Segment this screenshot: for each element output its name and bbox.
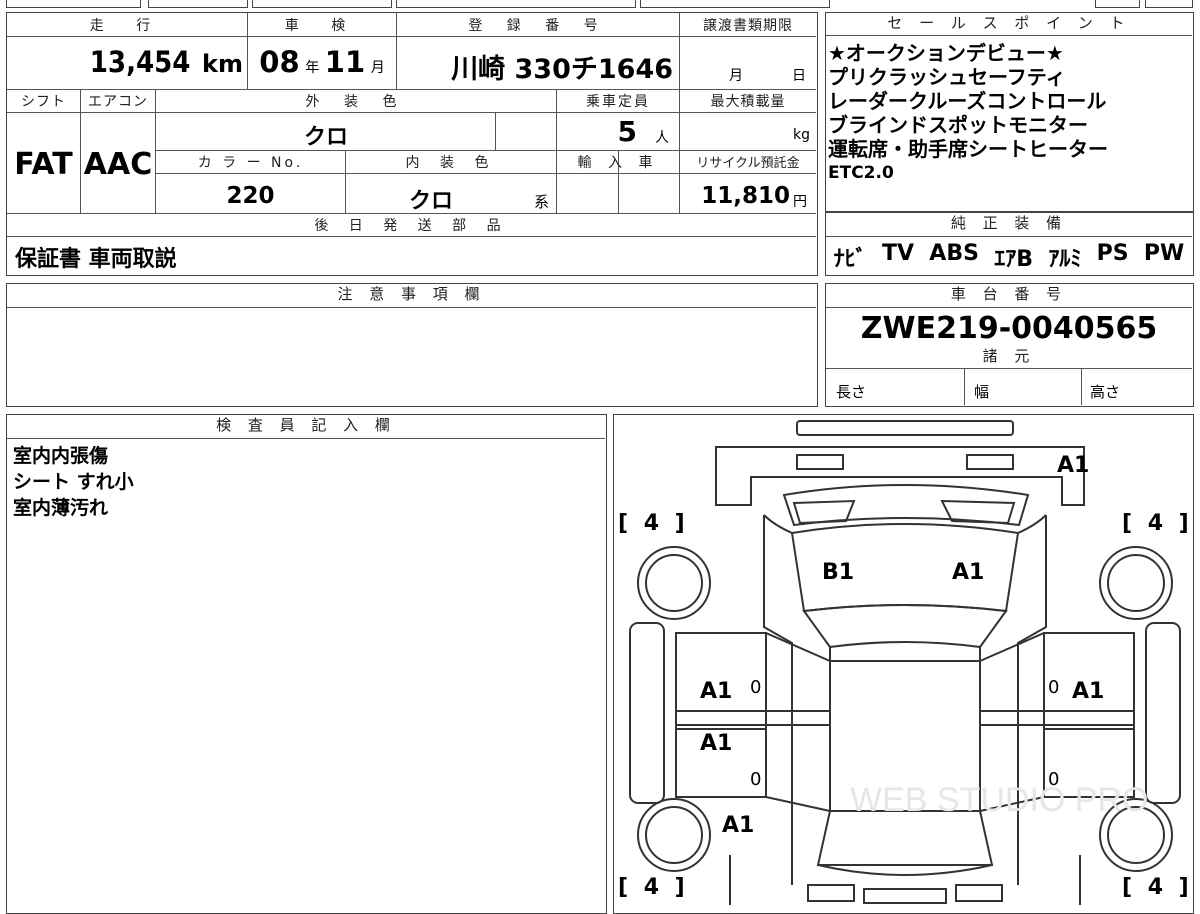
equipment-item: PS <box>1096 241 1129 266</box>
equipment-item: PW <box>1143 241 1185 266</box>
notes-box: 注 意 事 項 欄 <box>6 283 818 407</box>
inspection-value-row: 08 年 11 月 <box>248 45 396 79</box>
inspection-year: 08 <box>259 45 300 79</box>
car-diagram-box: WEB STUDIO PRO A1 B1 A1 A1 A1 A1 A1 0 0 … <box>613 414 1194 914</box>
ac-label: エアコン <box>88 94 148 110</box>
sales-points-label: セ ー ル ス ポ イ ン ト <box>826 13 1192 36</box>
mark-left-front-fender: A1 <box>722 813 755 838</box>
sales-point-line: プリクラッシュセーフティ <box>828 65 1066 89</box>
registration-label: 登 録 番 号 <box>468 18 608 34</box>
transfer-deadline-label: 譲渡書類期限 <box>703 18 793 34</box>
mileage-value-row: 13,454 km <box>7 45 243 79</box>
main-table: 走 行 車 検 登 録 番 号 譲渡書類期限 13,454 km 08 年 11… <box>6 12 818 276</box>
mileage-label: 走 行 <box>89 18 165 34</box>
top-strip <box>0 0 1200 8</box>
chassis-box: 車 台 番 号 ZWE219-0040565 諸 元 長さ 幅 高さ <box>825 283 1194 407</box>
shift-value: FAT <box>14 147 73 182</box>
recycle-unit: 円 <box>793 194 807 210</box>
width-label: 幅 <box>974 383 990 401</box>
transfer-day-unit: 日 <box>792 68 806 84</box>
inspector-label: 検 査 員 記 入 欄 <box>7 415 605 439</box>
interior-color-suffix: 系 <box>534 193 550 211</box>
equipment-item: ｴｱB <box>994 247 1034 272</box>
later-parts-value: 保証書 車両取説 <box>15 247 177 272</box>
recycle-value: 11,810 <box>701 183 790 209</box>
import-label: 輸 入 車 <box>577 155 659 171</box>
svg-text:WEB STUDIO PRO: WEB STUDIO PRO <box>850 781 1148 819</box>
inspection-year-unit: 年 <box>305 60 320 76</box>
sales-points-list: ★オークションデビュー★ プリクラッシュセーフティ レーダークルーズコントロール… <box>828 41 1190 185</box>
inspection-month: 11 <box>324 45 366 79</box>
specs-label: 諸 元 <box>826 346 1192 369</box>
color-no-value: 220 <box>226 183 275 209</box>
height-label: 高さ <box>1090 383 1121 401</box>
sales-point-line: ブラインドスポットモニター <box>828 113 1088 137</box>
sales-point-line: ★オークションデビュー★ <box>828 41 1064 65</box>
recycle-label: リサイクル預託金 <box>696 156 800 171</box>
color-no-label: カ ラ ー No. <box>197 155 304 171</box>
mark-roof-left: B1 <box>822 560 855 585</box>
registration-value: 川崎 330チ1646 <box>451 54 673 85</box>
mark-left-front-door: A1 <box>700 679 733 704</box>
mark-left-rear-door: A1 <box>700 731 733 756</box>
mileage-unit: km <box>202 50 243 78</box>
later-parts-label: 後 日 発 送 部 品 <box>314 218 509 234</box>
chassis-label: 車 台 番 号 <box>826 284 1192 308</box>
max-load-unit: kg <box>793 127 810 143</box>
tire-label-top-left: [ 4 ] <box>618 511 689 536</box>
genuine-equipment-box: 純 正 装 備 ﾅﾋﾞ TV ABS ｴｱB ｱﾙﾐ PS PW <box>825 212 1194 276</box>
equipment-item: ABS <box>929 241 979 266</box>
max-load-label: 最大積載量 <box>710 94 786 110</box>
interior-color-value: クロ <box>408 189 453 214</box>
sales-point-line: ETC2.0 <box>828 163 894 183</box>
genuine-equipment-list: ﾅﾋﾞ TV ABS ｴｱB ｱﾙﾐ PS PW <box>826 241 1192 273</box>
sales-points-box: セ ー ル ス ポ イ ン ト ★オークションデビュー★ プリクラッシュセーフテ… <box>825 12 1194 212</box>
tire-label-top-right: [ 4 ] <box>1122 511 1193 536</box>
inspector-line: 室内内張傷 <box>13 445 109 467</box>
inspector-line: シート すれ小 <box>13 471 134 493</box>
length-label: 長さ <box>836 383 867 401</box>
capacity-value: 5 <box>617 115 637 148</box>
sales-point-line: レーダークルーズコントロール <box>828 89 1107 113</box>
inspection-label: 車 検 <box>284 18 360 34</box>
genuine-equipment-label: 純 正 装 備 <box>826 213 1192 237</box>
ac-value: AAC <box>83 147 153 182</box>
mark-rear-top-right: A1 <box>1057 453 1090 478</box>
inspection-month-unit: 月 <box>370 60 385 76</box>
interior-color-label: 内 装 色 <box>405 155 497 171</box>
chassis-value: ZWE219-0040565 <box>860 311 1158 346</box>
zero-mark: 0 <box>750 677 762 698</box>
equipment-item: ｱﾙﾐ <box>1048 247 1082 272</box>
inspector-box: 検 査 員 記 入 欄 室内内張傷 シート すれ小 室内薄汚れ <box>6 414 607 914</box>
sales-point-line: 運転席・助手席シートヒーター <box>828 137 1108 161</box>
exterior-color-label: 外 装 色 <box>305 94 407 110</box>
equipment-item: ﾅﾋﾞ <box>833 247 867 272</box>
zero-mark: 0 <box>1048 769 1060 790</box>
mark-right-front-door: A1 <box>1072 679 1105 704</box>
exterior-color-value: クロ <box>303 125 348 150</box>
capacity-unit: 人 <box>655 130 669 146</box>
zero-mark: 0 <box>750 769 762 790</box>
mileage-value: 13,454 <box>89 45 191 79</box>
shift-label: シフト <box>21 94 66 110</box>
capacity-label: 乗車定員 <box>586 94 650 110</box>
inspector-lines: 室内内張傷 シート すれ小 室内薄汚れ <box>13 443 134 521</box>
tire-label-bottom-right: [ 4 ] <box>1122 875 1193 900</box>
tire-label-bottom-left: [ 4 ] <box>618 875 689 900</box>
notes-label: 注 意 事 項 欄 <box>7 284 816 308</box>
mark-roof-right: A1 <box>952 560 985 585</box>
transfer-month-unit: 月 <box>729 68 743 84</box>
inspector-line: 室内薄汚れ <box>13 497 109 519</box>
equipment-item: TV <box>881 241 914 266</box>
car-diagram: WEB STUDIO PRO <box>629 420 1181 905</box>
zero-mark: 0 <box>1048 677 1060 698</box>
